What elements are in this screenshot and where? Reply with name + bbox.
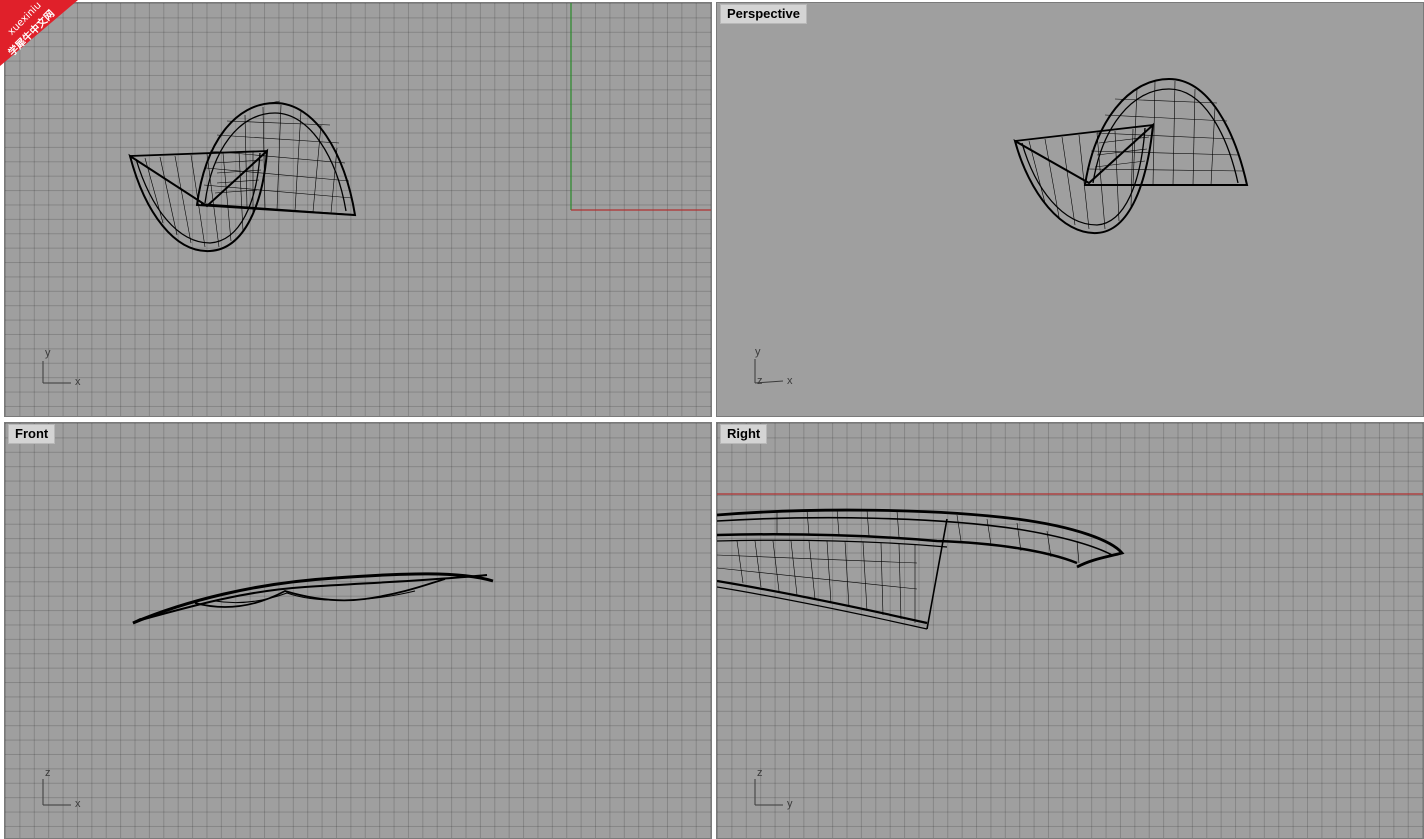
front-scene: x z: [42, 572, 494, 810]
right-scene: y z: [717, 493, 1423, 810]
axis-label-z: z: [757, 767, 763, 779]
perspective-scene: x y z: [754, 77, 1249, 387]
axis-label-x: x: [787, 375, 793, 387]
axis-label-y: y: [45, 347, 51, 359]
viewport-grid: xuexiniu 学犀牛中文网 x y Perspective x y z Fr…: [0, 0, 1424, 839]
wireframe-object: [1013, 77, 1249, 235]
wireframe-object: [132, 572, 494, 625]
axis-label-x: x: [75, 376, 81, 388]
viewport-right[interactable]: Right y z: [716, 422, 1424, 839]
axis-icon-right: y z: [754, 767, 793, 810]
viewport-front[interactable]: Front x z: [4, 422, 712, 839]
viewport-top[interactable]: x y: [4, 2, 712, 417]
axis-label-x: x: [75, 798, 81, 810]
axis-icon-top: x y: [42, 347, 81, 388]
axis-label-z: z: [45, 767, 51, 779]
axis-label-y: y: [755, 346, 761, 358]
viewport-perspective[interactable]: Perspective x y z: [716, 2, 1424, 417]
top-scene: x y: [42, 3, 711, 388]
watermark-logo: xuexiniu 学犀牛中文网: [0, 0, 84, 84]
axis-icon-perspective: x y z: [754, 346, 793, 387]
axis-icon-front: x z: [42, 767, 81, 810]
wireframe-object: [717, 508, 1125, 630]
wireframe-object: [128, 100, 357, 253]
axis-label-z: z: [757, 375, 763, 387]
axis-label-y: y: [787, 798, 793, 810]
